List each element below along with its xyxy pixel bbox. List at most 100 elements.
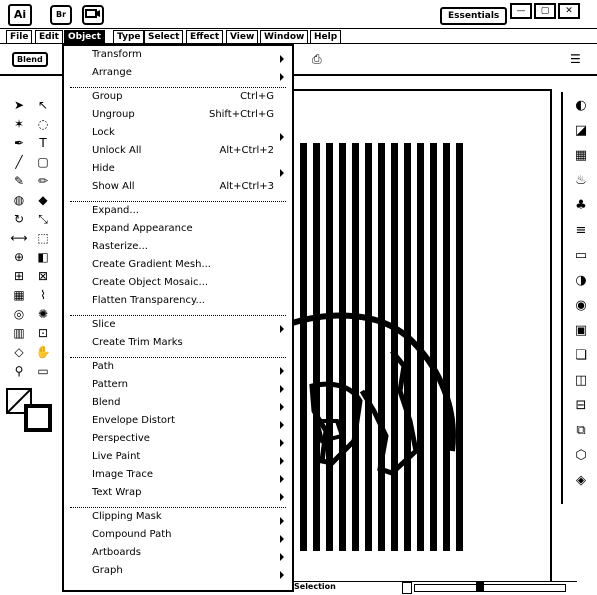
color-panel-icon[interactable]: ◐ (571, 96, 591, 116)
menu-item-arrange[interactable]: Arrange (64, 67, 292, 84)
perspective-grid-tool-icon[interactable]: ⊞ (10, 269, 28, 283)
menu-item-compound-path[interactable]: Compound Path (64, 529, 292, 546)
submenu-arrow-icon (280, 517, 284, 525)
menu-effect[interactable]: Effect (186, 30, 224, 44)
menu-view[interactable]: View (226, 30, 259, 44)
brushes-panel-icon[interactable]: ♨ (571, 171, 591, 191)
stroke-panel-icon[interactable]: ≡ (571, 221, 591, 241)
eraser-tool-icon[interactable]: ◆ (34, 193, 52, 207)
menu-object[interactable]: Object (64, 30, 105, 44)
menu-window[interactable]: Window (260, 30, 309, 44)
align-panel-icon[interactable]: ⊟ (571, 396, 591, 416)
scale-tool-icon[interactable]: ⤡ (34, 212, 52, 226)
gradient-panel-icon[interactable]: ▭ (571, 246, 591, 266)
camera-icon[interactable] (82, 5, 104, 25)
gradient-tool-icon[interactable]: ▦ (10, 288, 28, 302)
menu-item-transform[interactable]: Transform (64, 49, 292, 66)
column-graph-tool-icon[interactable]: ▥ (10, 326, 28, 340)
menu-type[interactable]: Type (113, 30, 145, 44)
pathfinder-panel-icon[interactable]: ⧉ (571, 421, 591, 441)
symbols-panel-icon[interactable]: ♣ (571, 196, 591, 216)
transform-panel-icon[interactable]: ⬡ (571, 446, 591, 466)
menu-item-unlock-all[interactable]: Unlock All Alt+Ctrl+2 (64, 145, 292, 162)
workspace-switcher[interactable]: Essentials (440, 7, 508, 25)
menu-item-label: Hide (92, 163, 115, 174)
slice-tool-icon[interactable]: ◇ (10, 345, 28, 359)
menu-item-perspective[interactable]: Perspective (64, 433, 292, 450)
graphic-styles-panel-icon[interactable]: ▣ (571, 321, 591, 341)
menu-item-artboards[interactable]: Artboards (64, 547, 292, 564)
live-paint-tool-icon[interactable]: ◧ (34, 250, 52, 264)
menu-item-create-gradient-mesh[interactable]: Create Gradient Mesh... (64, 259, 292, 276)
lasso-tool-icon[interactable]: ◌ (34, 117, 52, 131)
zoom-tool-icon[interactable]: ⚲ (10, 364, 28, 378)
layers-panel-icon[interactable]: ❏ (571, 346, 591, 366)
menu-select[interactable]: Select (144, 30, 184, 44)
menu-item-expand[interactable]: Expand... (64, 205, 292, 222)
status-menu-button[interactable] (402, 582, 412, 594)
screen-mode-icon[interactable]: ▭ (34, 364, 52, 378)
pen-tool-icon[interactable]: ✒ (10, 136, 28, 150)
free-transform-tool-icon[interactable]: ⬚ (34, 231, 52, 245)
menu-edit[interactable]: Edit (35, 30, 63, 44)
blend-tool-icon[interactable]: ◎ (10, 307, 28, 321)
paintbrush-tool-icon[interactable]: ✎ (10, 174, 28, 188)
menu-item-label: Image Trace (92, 469, 154, 480)
magic-wand-tool-icon[interactable]: ✶ (10, 117, 28, 131)
direct-selection-tool-icon[interactable]: ↖ (34, 98, 52, 112)
rectangle-tool-icon[interactable]: ▢ (34, 155, 52, 169)
mesh-tool-icon[interactable]: ⊠ (34, 269, 52, 283)
menu-item-text-wrap[interactable]: Text Wrap (64, 487, 292, 504)
appearance-panel-icon[interactable]: ◉ (571, 296, 591, 316)
menu-item-path[interactable]: Path (64, 361, 292, 378)
menu-item-create-trim-marks[interactable]: Create Trim Marks (64, 337, 292, 354)
transparency-panel-icon[interactable]: ◑ (571, 271, 591, 291)
menu-item-hide[interactable]: Hide (64, 163, 292, 180)
artboard-canvas[interactable] (290, 89, 552, 587)
artboards-panel-icon[interactable]: ◫ (571, 371, 591, 391)
line-tool-icon[interactable]: ╱ (10, 155, 28, 169)
menu-item-expand-appearance[interactable]: Expand Appearance (64, 223, 292, 240)
menu-item-live-paint[interactable]: Live Paint (64, 451, 292, 468)
menu-item-ungroup[interactable]: Ungroup Shift+Ctrl+G (64, 109, 292, 126)
menu-item-image-trace[interactable]: Image Trace (64, 469, 292, 486)
menu-item-group[interactable]: Group Ctrl+G (64, 91, 292, 108)
minimize-button[interactable]: — (510, 3, 532, 19)
navigator-panel-icon[interactable]: ◈ (571, 471, 591, 491)
menu-item-envelope-distort[interactable]: Envelope Distort (64, 415, 292, 432)
close-button[interactable]: ✕ (558, 3, 580, 19)
maximize-button[interactable]: ▢ (534, 3, 556, 19)
selection-tool-icon[interactable]: ➤ (10, 98, 28, 112)
hand-tool-icon[interactable]: ✋ (34, 345, 52, 359)
symbol-sprayer-tool-icon[interactable]: ✺ (34, 307, 52, 321)
scrollbar-thumb[interactable] (476, 582, 484, 592)
menu-item-blend[interactable]: Blend (64, 397, 292, 414)
shape-builder-tool-icon[interactable]: ⊕ (10, 250, 28, 264)
swatches-panel-icon[interactable]: ▦ (571, 146, 591, 166)
menu-item-clipping-mask[interactable]: Clipping Mask (64, 511, 292, 528)
menu-item-show-all[interactable]: Show All Alt+Ctrl+3 (64, 181, 292, 198)
menu-item-slice[interactable]: Slice (64, 319, 292, 336)
panel-menu-icon[interactable]: ☰ (570, 52, 581, 66)
blob-brush-tool-icon[interactable]: ◍ (10, 193, 28, 207)
document-setup-icon[interactable]: ⎙ (312, 52, 322, 67)
menu-file[interactable]: File (6, 30, 33, 44)
width-tool-icon[interactable]: ⟷ (10, 231, 28, 245)
type-tool-icon[interactable]: T (34, 136, 52, 150)
menu-help[interactable]: Help (310, 30, 342, 44)
eyedropper-tool-icon[interactable]: ⌇ (34, 288, 52, 302)
menu-item-graph[interactable]: Graph (64, 565, 292, 582)
menu-item-rasterize[interactable]: Rasterize... (64, 241, 292, 258)
artboard-tool-icon[interactable]: ⊡ (34, 326, 52, 340)
submenu-arrow-icon (280, 367, 284, 375)
menu-item-pattern[interactable]: Pattern (64, 379, 292, 396)
menu-item-flatten-transparency[interactable]: Flatten Transparency... (64, 295, 292, 312)
color-guide-panel-icon[interactable]: ◪ (571, 121, 591, 141)
menu-item-create-object-mosaic[interactable]: Create Object Mosaic... (64, 277, 292, 294)
bridge-icon[interactable]: Br (50, 5, 72, 25)
rotate-tool-icon[interactable]: ↻ (10, 212, 28, 226)
menu-item-lock[interactable]: Lock (64, 127, 292, 144)
stroke-swatch[interactable] (24, 404, 52, 432)
horizontal-scrollbar[interactable] (414, 584, 566, 592)
pencil-tool-icon[interactable]: ✏ (34, 174, 52, 188)
